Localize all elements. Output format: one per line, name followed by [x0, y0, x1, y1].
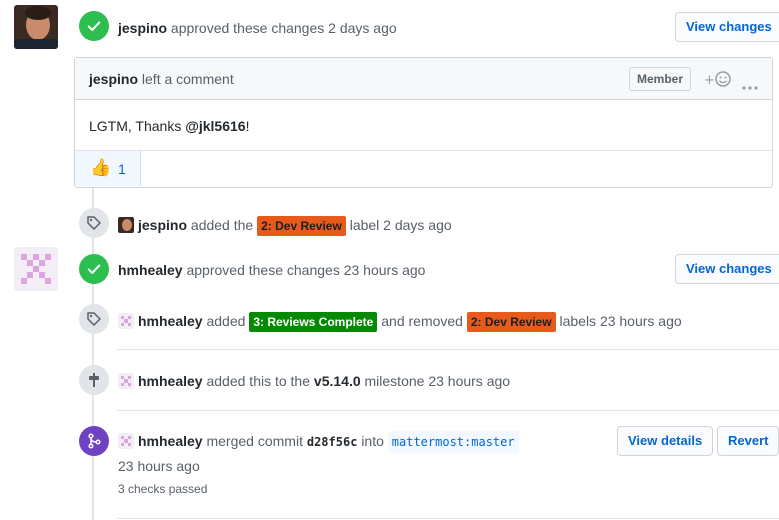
checks-status[interactable]: 3 checks passed [118, 479, 207, 499]
tag-badge-2 [79, 304, 109, 334]
comment-author[interactable]: jespino [89, 71, 138, 87]
timeline-divider [117, 410, 779, 411]
reaction-count: 1 [118, 161, 126, 177]
milestone-badge [79, 365, 109, 395]
timeline-divider [117, 518, 779, 519]
comment-header: jespino left a comment Member + [75, 58, 772, 100]
label-dev-review-removed[interactable]: 2: Dev Review [466, 312, 556, 332]
add-reaction-icon[interactable]: + [704, 70, 732, 91]
view-changes-button-2[interactable]: View changes [675, 254, 779, 284]
reactions-bar: 👍 1 [75, 150, 772, 187]
avatar-hmhealey-small[interactable] [118, 373, 134, 389]
view-details-button[interactable]: View details [617, 426, 714, 456]
avatar-hmhealey-small[interactable] [118, 313, 134, 329]
review-2-author[interactable]: hmhealey [118, 262, 183, 278]
merge-event: hmhealey merged commit d28f56c into matt… [118, 431, 519, 453]
label-event-1-author[interactable]: jespino [138, 217, 187, 233]
thumbs-up-reaction[interactable]: 👍 1 [75, 151, 141, 186]
avatar-hmhealey[interactable] [14, 247, 58, 291]
check-icon [87, 21, 101, 31]
milestone-link[interactable]: v5.14.0 [314, 373, 361, 389]
milestone-event: hmhealey added this to the v5.14.0 miles… [118, 371, 510, 391]
commit-sha-link[interactable]: d28f56c [307, 435, 358, 449]
label-event-1: jespino added the 2: Dev Review label 2 … [118, 215, 452, 236]
more-options-icon[interactable] [742, 77, 758, 93]
review-1-author[interactable]: jespino [118, 20, 167, 36]
comment-box: jespino left a comment Member + LGTM, Th… [74, 57, 773, 188]
merge-time[interactable]: 23 hours ago [118, 456, 200, 476]
view-changes-button[interactable]: View changes [675, 12, 779, 42]
member-badge: Member [629, 67, 692, 91]
label-dev-review[interactable]: 2: Dev Review [257, 216, 346, 236]
git-merge-icon [88, 433, 101, 449]
milestone-icon [89, 373, 99, 387]
mention-link[interactable]: @jkl5616 [185, 118, 245, 134]
revert-button[interactable]: Revert [717, 426, 779, 456]
timeline-divider [117, 349, 779, 350]
tag-icon [87, 312, 101, 326]
merged-badge [79, 426, 109, 456]
review-2-text: hmhealey approved these changes 23 hours… [118, 262, 426, 278]
thumbs-up-icon: 👍 [90, 158, 112, 177]
comment-body: LGTM, Thanks @jkl5616! [89, 118, 250, 134]
approved-badge [79, 11, 109, 41]
check-icon [87, 264, 101, 274]
tag-badge [79, 208, 109, 238]
branch-ref[interactable]: mattermost:master [387, 431, 519, 453]
label-event-2-author[interactable]: hmhealey [138, 313, 203, 329]
tag-icon [87, 216, 101, 230]
avatar-hmhealey-small[interactable] [118, 433, 134, 449]
milestone-event-author[interactable]: hmhealey [138, 373, 203, 389]
svg-text:+: + [704, 73, 715, 88]
label-event-2: hmhealey added 3: Reviews Complete and r… [118, 311, 682, 332]
review-1-text: jespino approved these changes 2 days ag… [118, 20, 397, 36]
comment-header-text: jespino left a comment [89, 71, 234, 87]
avatar-jespino[interactable] [14, 5, 58, 49]
label-reviews-complete[interactable]: 3: Reviews Complete [249, 312, 378, 332]
merge-event-author[interactable]: hmhealey [138, 433, 203, 449]
avatar-jespino-small[interactable] [118, 217, 134, 233]
approved-badge-2 [79, 254, 109, 284]
